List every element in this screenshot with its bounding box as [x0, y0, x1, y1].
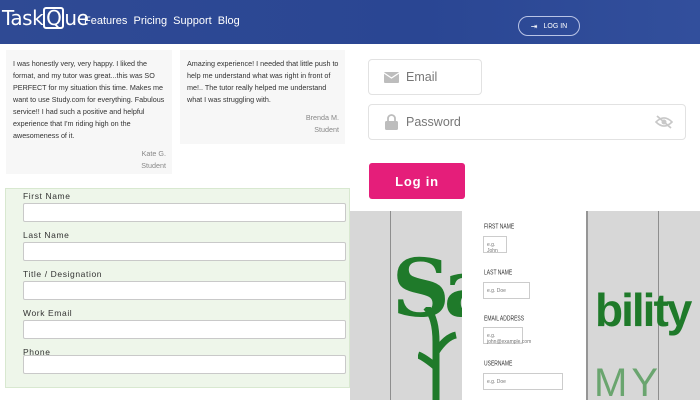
first-name-field[interactable] [23, 203, 346, 222]
signup-preview: Sa bility MY FIRST NAME e.g. John LAST N… [350, 211, 700, 400]
header-login-label: LOG IN [543, 22, 568, 30]
title-label: Title / Designation [23, 269, 103, 279]
nav-item-features[interactable]: Features [84, 15, 127, 27]
password-input[interactable]: Password [368, 104, 686, 140]
eye-slash-icon[interactable] [654, 115, 674, 134]
mini-username-field[interactable]: e.g. Doe [483, 373, 563, 390]
mini-last-name-field[interactable]: e.g. Doe [483, 282, 530, 299]
mini-username-label: USERNAME [484, 360, 513, 369]
divider [390, 211, 391, 400]
mini-last-name-placeholder: e.g. Doe [487, 288, 506, 294]
mini-email-label: EMAIL ADDRESS [484, 315, 525, 324]
brand-logo-right-2: MY [594, 361, 662, 400]
login-icon: ⇥ [530, 21, 538, 31]
mini-first-name-label: FIRST NAME [484, 223, 515, 232]
password-placeholder: Password [406, 115, 461, 129]
logo-text-mid: Q [43, 7, 65, 29]
testimonial-author: Kate G. [141, 149, 166, 158]
tree-trunk-graphic [418, 307, 457, 400]
first-name-label: First Name [23, 191, 71, 201]
mini-email-placeholder: e.g. john@example.com [487, 333, 532, 345]
testimonial-text: Amazing experience! I needed that little… [187, 59, 339, 104]
mini-first-name-placeholder: e.g. John [487, 242, 498, 254]
top-header: Task Que Features Pricing Support Blog ⇥ … [0, 0, 700, 44]
mini-email-field[interactable]: e.g. john@example.com [483, 327, 531, 345]
mini-signup-form: FIRST NAME e.g. John LAST NAME e.g. Doe … [462, 211, 586, 400]
lock-icon [382, 113, 400, 131]
testimonial-card: I was honestly very, very happy. I liked… [6, 50, 172, 174]
lead-form: First Name Last Name Title / Designation… [5, 188, 350, 388]
nav-item-blog[interactable]: Blog [218, 15, 240, 27]
login-button[interactable]: Log in [369, 163, 465, 199]
mini-last-name-label: LAST NAME [484, 269, 513, 278]
work-email-label: Work Email [23, 308, 73, 318]
logo[interactable]: Task Que [2, 6, 89, 30]
phone-field[interactable] [23, 355, 346, 374]
mini-first-name-field[interactable]: e.g. John [483, 236, 507, 254]
testimonial-author: Brenda M. [305, 113, 339, 122]
brand-logo-right: bility [595, 284, 692, 336]
logo-text-pre: Task [2, 6, 44, 30]
nav-item-pricing[interactable]: Pricing [133, 15, 167, 27]
envelope-icon [382, 68, 400, 86]
main-nav: Features Pricing Support Blog [84, 15, 243, 27]
testimonial-card: Amazing experience! I needed that little… [180, 50, 345, 144]
work-email-field[interactable] [23, 320, 346, 339]
mini-username-placeholder: e.g. Doe [487, 379, 506, 385]
nav-item-support[interactable]: Support [173, 15, 212, 27]
header-login-button[interactable]: ⇥ LOG IN [518, 16, 580, 36]
email-input[interactable]: Email [368, 59, 482, 95]
last-name-label: Last Name [23, 230, 70, 240]
testimonial-role: Student [314, 125, 339, 134]
last-name-field[interactable] [23, 242, 346, 261]
testimonial-text: I was honestly very, very happy. I liked… [13, 59, 165, 140]
email-placeholder: Email [406, 70, 438, 84]
title-field[interactable] [23, 281, 346, 300]
testimonial-role: Student [141, 161, 166, 170]
